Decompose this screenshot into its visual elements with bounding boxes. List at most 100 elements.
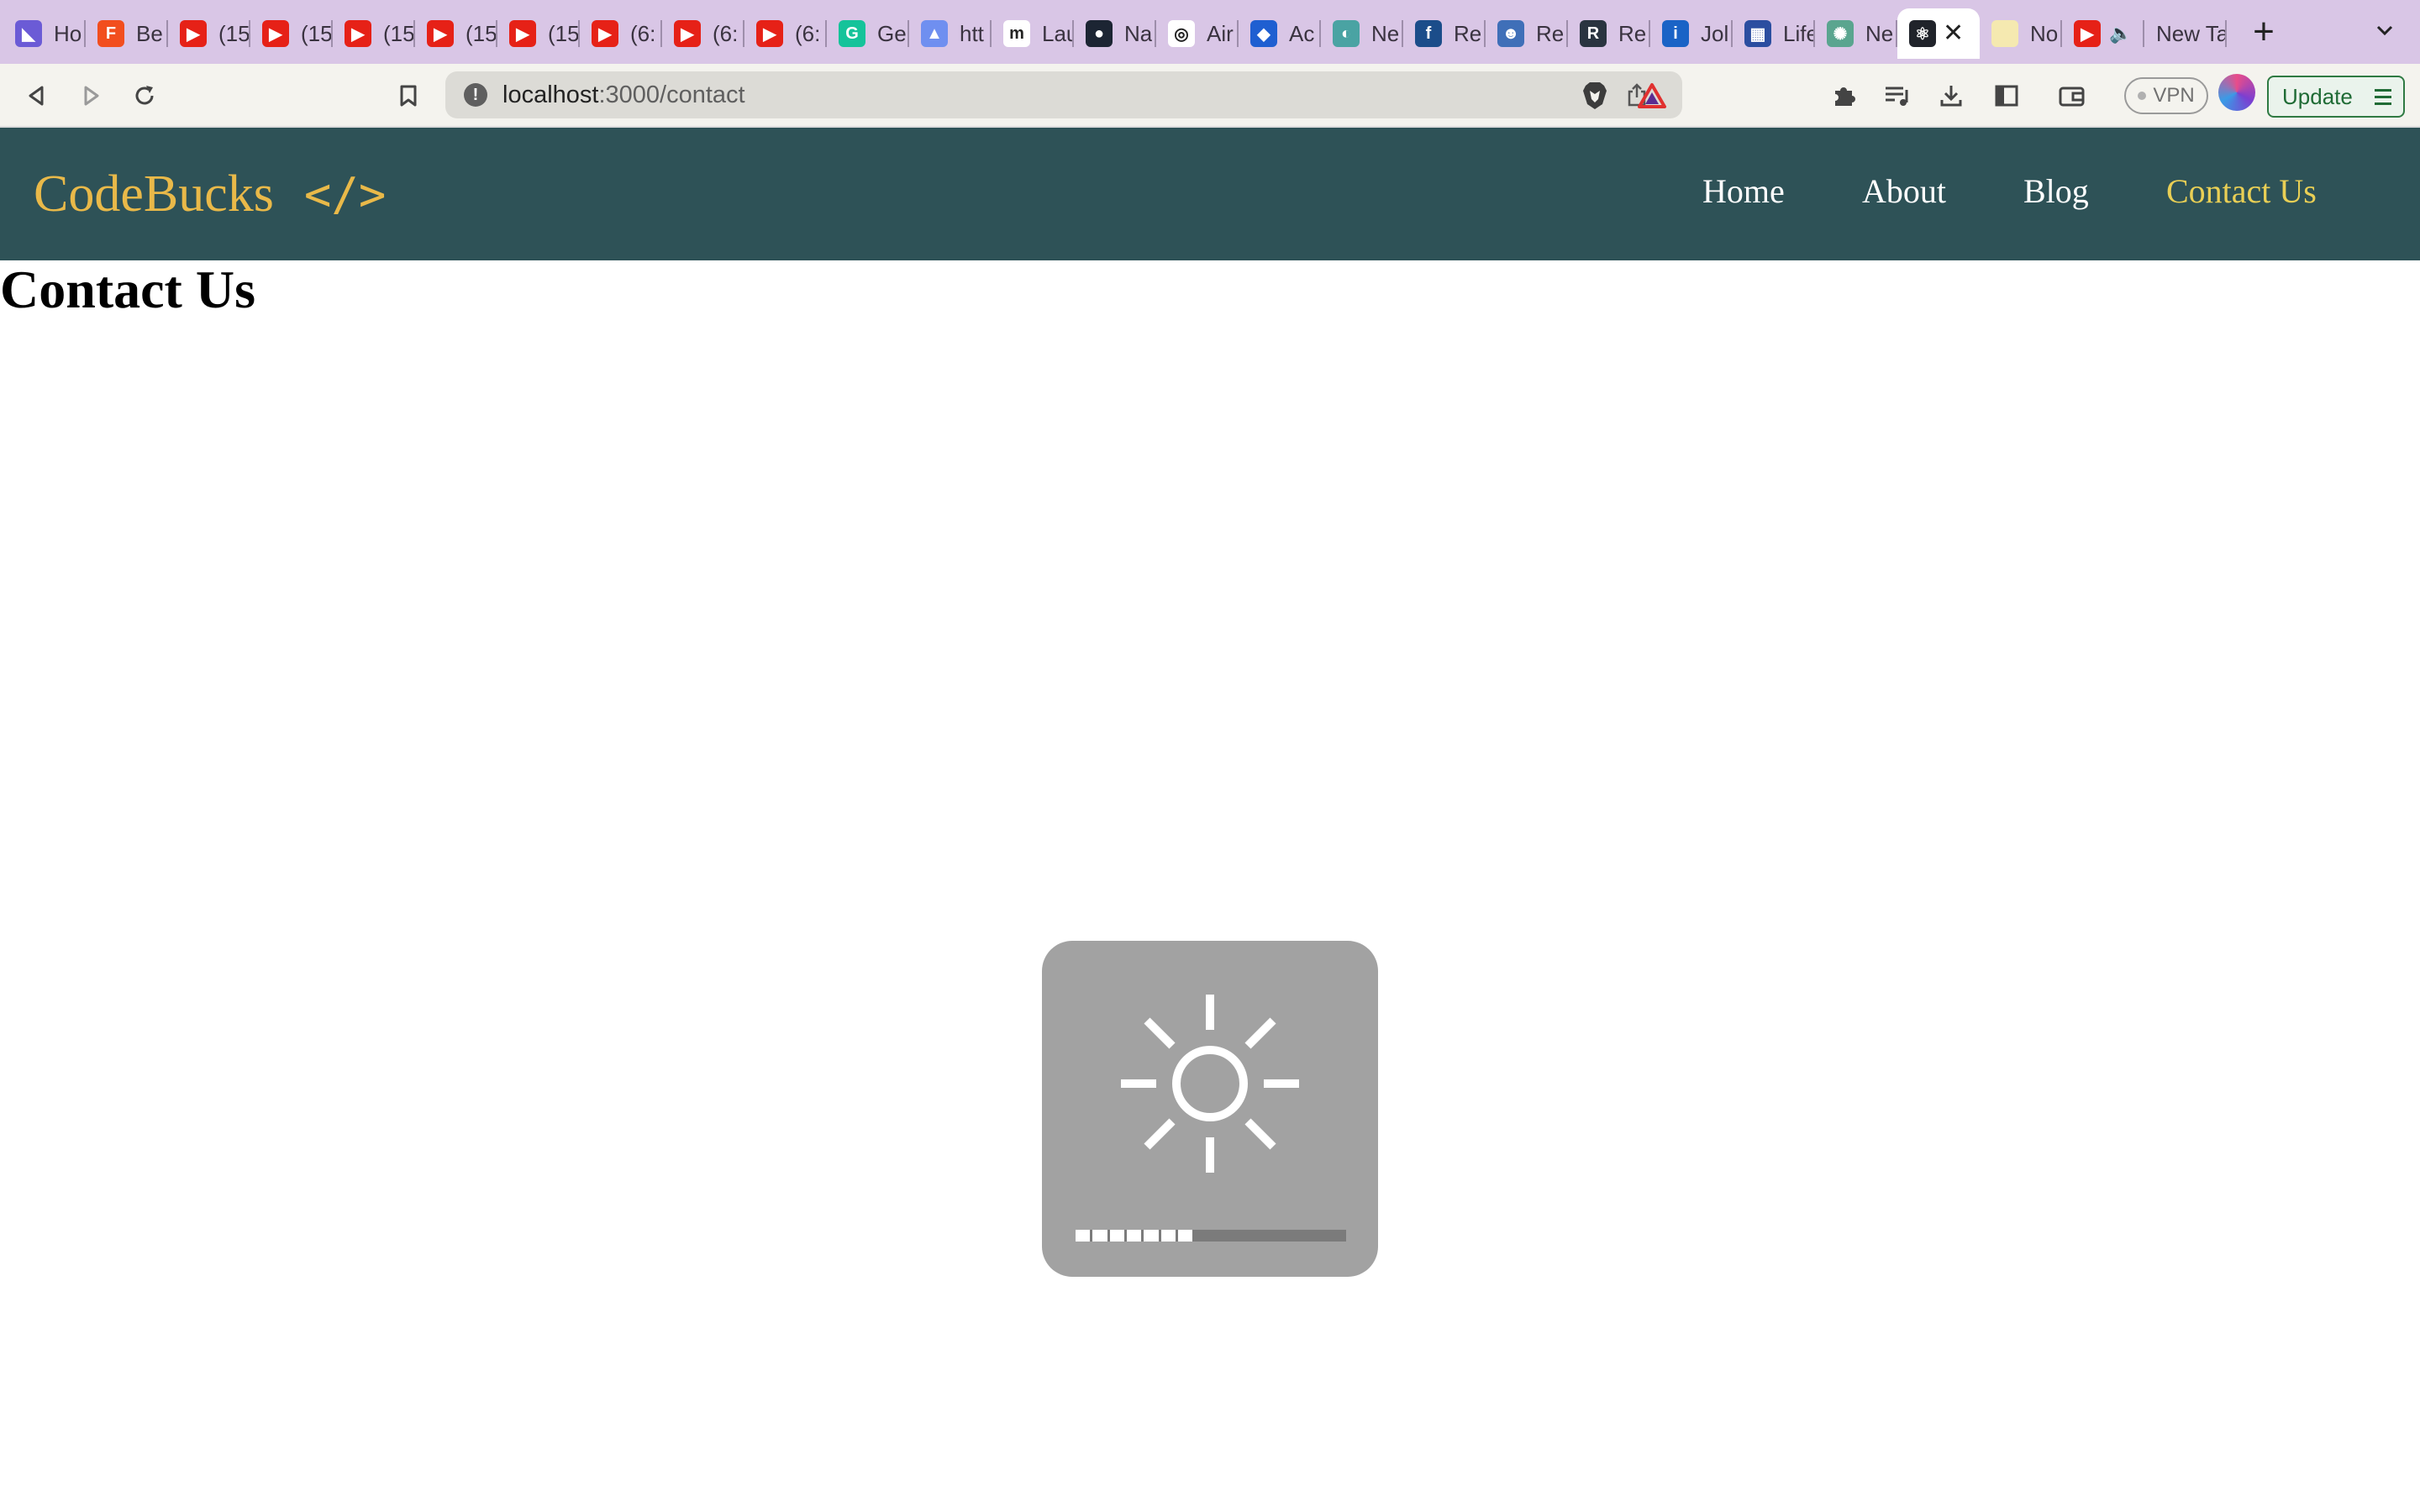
browser-tab[interactable]: ▦ Life bbox=[1733, 8, 1815, 59]
tab-title: Ge bbox=[877, 20, 907, 46]
person-icon: ☻ bbox=[1497, 20, 1524, 47]
brightness-segment bbox=[1177, 1230, 1193, 1242]
bookmark-button[interactable] bbox=[390, 77, 427, 114]
vpn-status-dot bbox=[2138, 92, 2147, 100]
brightness-segment bbox=[1144, 1230, 1159, 1242]
figma-icon: F bbox=[97, 20, 124, 47]
openai-icon: ✺ bbox=[1827, 20, 1854, 47]
tab-title: Jol bbox=[1701, 20, 1729, 46]
sidebar-toggle-button[interactable] bbox=[1988, 77, 2025, 114]
brightness-level-bar bbox=[1076, 1230, 1346, 1242]
brightness-segment bbox=[1092, 1230, 1107, 1242]
forward-arrow-icon bbox=[84, 86, 99, 106]
tab-title: (6: bbox=[630, 20, 656, 46]
browser-tab[interactable]: ▶ 🔈 bbox=[2062, 8, 2144, 59]
url-host: localhost bbox=[502, 81, 599, 108]
tab-title: Re bbox=[1536, 20, 1565, 46]
brave-shields-button[interactable] bbox=[1576, 77, 1613, 114]
browser-tab[interactable]: ▶ (6: bbox=[580, 8, 662, 59]
tab-title: Ho bbox=[54, 20, 82, 46]
browser-tab[interactable]: i Jol bbox=[1650, 8, 1733, 59]
site-info-icon[interactable]: ! bbox=[464, 83, 487, 107]
browser-tab[interactable]: ◣ Ho bbox=[3, 8, 86, 59]
browser-tab[interactable]: ▶ (15 bbox=[333, 8, 415, 59]
browser-tab[interactable]: ▶ (15 bbox=[415, 8, 497, 59]
brave-rewards-button[interactable] bbox=[1634, 77, 1670, 114]
new-tab-button[interactable]: + bbox=[2245, 13, 2282, 52]
browser-tab[interactable]: ▶ (6: bbox=[662, 8, 744, 59]
atlassian-icon: ◆ bbox=[1250, 20, 1277, 47]
browser-tab[interactable]: F Be bbox=[86, 8, 168, 59]
browser-tab[interactable]: ▲ htt bbox=[909, 8, 992, 59]
tab-title: (15 bbox=[218, 20, 250, 46]
playlist-icon bbox=[1886, 87, 1908, 106]
wallet-button[interactable] bbox=[2054, 77, 2091, 114]
site-navbar: CodeBucks </> Home About Blog Contact Us bbox=[0, 128, 2420, 260]
browser-tab[interactable]: R Re bbox=[1568, 8, 1650, 59]
browser-tab[interactable]: ◆ Ac bbox=[1239, 8, 1321, 59]
vpn-label: VPN bbox=[2153, 84, 2195, 107]
nav-link-blog[interactable]: Blog bbox=[2023, 171, 2089, 211]
youtube-icon: ▶ bbox=[2074, 20, 2101, 47]
youtube-icon: ▶ bbox=[674, 20, 701, 47]
browser-tab[interactable]: ◎ Air bbox=[1156, 8, 1239, 59]
reload-icon bbox=[135, 86, 154, 105]
update-label: Update bbox=[2282, 83, 2353, 109]
update-button[interactable]: Update bbox=[2267, 76, 2405, 118]
grammarly-icon: G bbox=[839, 20, 865, 47]
profile-avatar[interactable] bbox=[2218, 74, 2255, 111]
url-text: localhost:3000/contact bbox=[502, 81, 745, 109]
browser-tab[interactable]: ◐ Ne bbox=[1321, 8, 1403, 59]
downloads-button[interactable] bbox=[1933, 77, 1970, 114]
speaker-icon[interactable]: 🔈 bbox=[2109, 23, 2132, 45]
forward-button[interactable] bbox=[72, 77, 109, 114]
vpn-button[interactable]: VPN bbox=[2124, 77, 2208, 114]
nav-link-about[interactable]: About bbox=[1862, 171, 1946, 211]
browser-tab[interactable]: No bbox=[1980, 8, 2062, 59]
tab-title: Ne bbox=[1865, 20, 1894, 46]
browser-tab[interactable]: m Lau bbox=[992, 8, 1074, 59]
drive-icon: ▲ bbox=[921, 20, 948, 47]
youtube-icon: ▶ bbox=[345, 20, 371, 47]
linear-icon: ◣ bbox=[15, 20, 42, 47]
tab-title: No bbox=[2030, 20, 2059, 46]
browser-tab[interactable]: ▶ (15 bbox=[168, 8, 250, 59]
brightness-segment bbox=[1126, 1230, 1142, 1242]
browser-tab[interactable]: G Ge bbox=[827, 8, 909, 59]
sun-icon bbox=[1121, 995, 1299, 1173]
browser-tab[interactable]: New Ta bbox=[2144, 8, 2227, 59]
browser-tab[interactable]: ⚛ ✕ bbox=[1897, 8, 1980, 59]
back-arrow-icon bbox=[29, 86, 44, 106]
tab-title: Lau bbox=[1042, 20, 1074, 46]
youtube-icon: ▶ bbox=[592, 20, 618, 47]
browser-tab[interactable]: ● Na bbox=[1074, 8, 1156, 59]
tab-title: Na bbox=[1124, 20, 1153, 46]
browser-tab[interactable]: ✺ Ne bbox=[1815, 8, 1897, 59]
youtube-icon: ▶ bbox=[509, 20, 536, 47]
tab-title: (15 bbox=[466, 20, 497, 46]
browser-toolbar: ! localhost:3000/contact VPN Update bbox=[0, 64, 2420, 128]
browser-tab[interactable]: ▶ (6: bbox=[744, 8, 827, 59]
tab-title: (6: bbox=[713, 20, 739, 46]
browser-tab[interactable]: ▶ (15 bbox=[497, 8, 580, 59]
browser-tab[interactable]: ☻ Re bbox=[1486, 8, 1568, 59]
tab-title: Life bbox=[1783, 20, 1815, 46]
close-tab-icon[interactable]: ✕ bbox=[1943, 21, 1964, 46]
airtable-icon: ◎ bbox=[1168, 20, 1195, 47]
browser-tab[interactable]: ▶ (15 bbox=[250, 8, 333, 59]
back-button[interactable] bbox=[18, 77, 55, 114]
life-icon: ▦ bbox=[1744, 20, 1771, 47]
nav-link-contact-us[interactable]: Contact Us bbox=[2166, 171, 2317, 211]
media-queue-button[interactable] bbox=[1879, 77, 1916, 114]
extensions-button[interactable] bbox=[1825, 77, 1862, 114]
browser-tab[interactable]: f Re bbox=[1403, 8, 1486, 59]
reload-button[interactable] bbox=[126, 77, 163, 114]
globe-icon: ◐ bbox=[1333, 20, 1360, 47]
tab-title: Be bbox=[136, 20, 163, 46]
tab-title: Re bbox=[1454, 20, 1482, 46]
brightness-segment bbox=[1109, 1230, 1124, 1242]
nav-link-home[interactable]: Home bbox=[1702, 171, 1785, 211]
tab-search-button[interactable] bbox=[2368, 18, 2402, 52]
address-bar[interactable]: ! localhost:3000/contact bbox=[445, 71, 1682, 118]
sidebar-icon bbox=[1995, 85, 2018, 107]
